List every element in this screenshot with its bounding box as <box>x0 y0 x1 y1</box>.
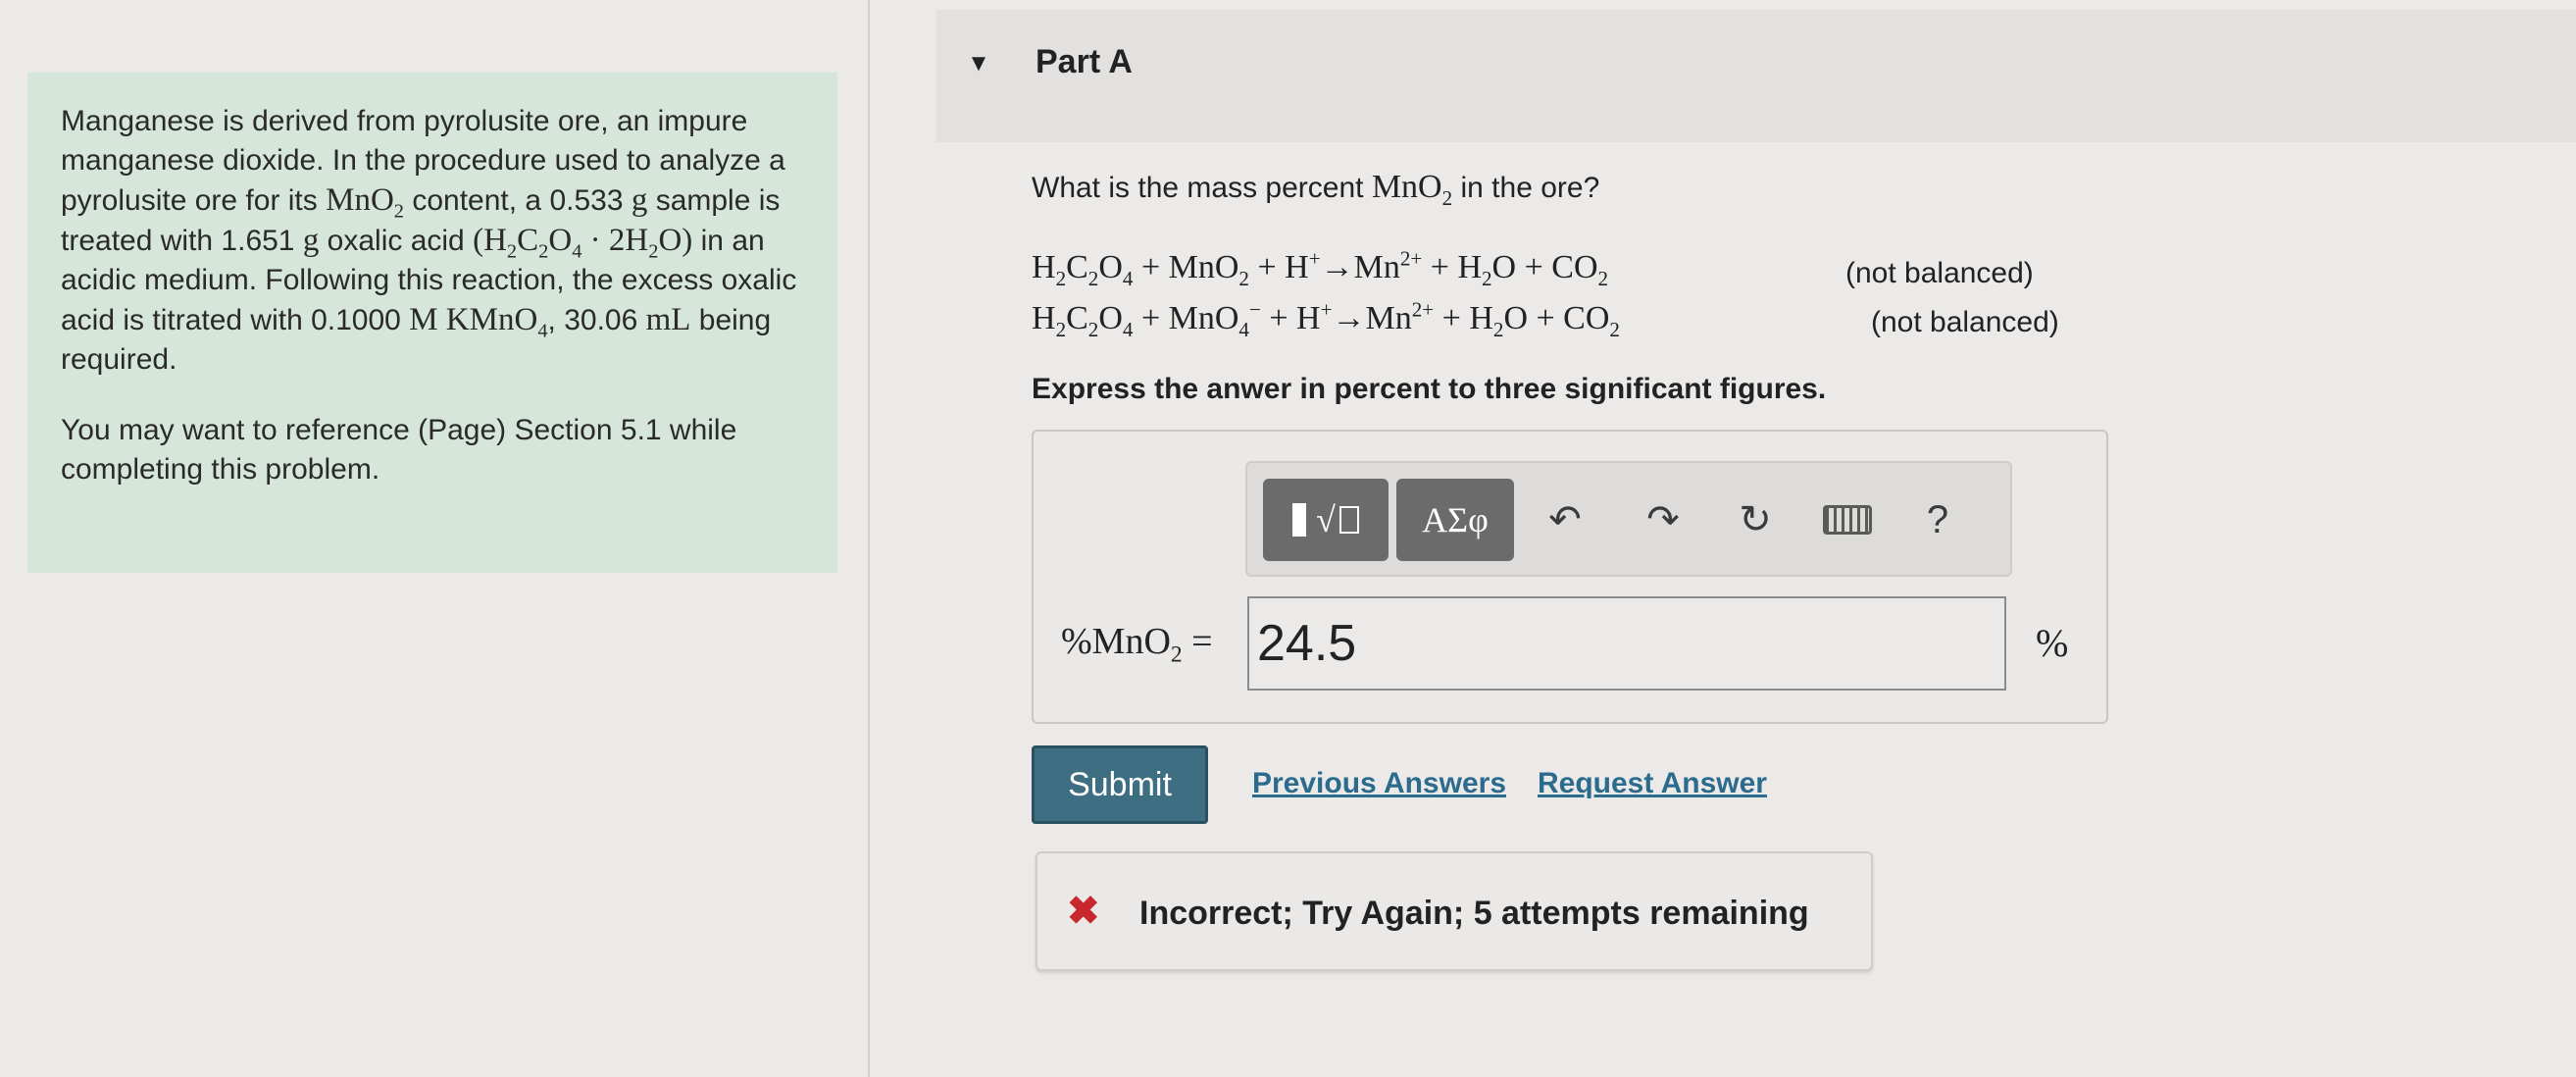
reset-icon[interactable]: ↻ <box>1726 490 1785 549</box>
undo-icon[interactable]: ↶ <box>1536 490 1594 549</box>
feedback-text: Incorrect; Try Again; 5 attempts remaini… <box>1139 895 1809 932</box>
sqrt-icon: √ <box>1316 500 1336 539</box>
question-text: What is the mass percent MnO2 in the ore… <box>1032 169 1600 210</box>
answer-label: %MnO2 = <box>1061 621 1213 668</box>
block-icon <box>1292 503 1307 537</box>
panel-divider <box>868 0 870 1077</box>
request-answer-link[interactable]: Request Answer <box>1538 767 1767 800</box>
answer-unit: % <box>2036 621 2069 665</box>
previous-answers-link[interactable]: Previous Answers <box>1252 767 1506 800</box>
keyboard-icon[interactable] <box>1818 490 1877 549</box>
equation-1: H2C2O4 + MnO2 + H+→Mn2+ + H2O + CO2 <box>1032 246 1609 290</box>
collapse-triangle-icon[interactable]: ▼ <box>961 50 996 77</box>
problem-text: Manganese is derived from pyrolusite ore… <box>61 105 797 376</box>
x-icon: ✖ <box>1067 890 1100 933</box>
help-icon[interactable]: ? <box>1908 490 1967 549</box>
equation-2: H2C2O4 + MnO4− + H+→Mn2+ + H2O + CO2 <box>1032 297 1620 341</box>
instruction-text: Express the anwer in percent to three si… <box>1032 373 1827 405</box>
box-icon <box>1339 506 1359 534</box>
templates-button[interactable]: √ <box>1263 479 1389 561</box>
part-title: Part A <box>1035 43 1133 80</box>
reference-text: You may want to reference (Page) Section… <box>61 414 737 486</box>
equation-1-note: (not balanced) <box>1845 257 2034 289</box>
equation-2-note: (not balanced) <box>1871 306 2059 338</box>
problem-panel: Manganese is derived from pyrolusite ore… <box>27 73 837 573</box>
part-header <box>936 10 2576 142</box>
submit-button[interactable]: Submit <box>1032 745 1208 824</box>
answer-input[interactable]: 24.5 <box>1247 596 2006 691</box>
redo-icon[interactable]: ↷ <box>1634 490 1692 549</box>
greek-symbols-button[interactable]: ΑΣφ <box>1396 479 1514 561</box>
